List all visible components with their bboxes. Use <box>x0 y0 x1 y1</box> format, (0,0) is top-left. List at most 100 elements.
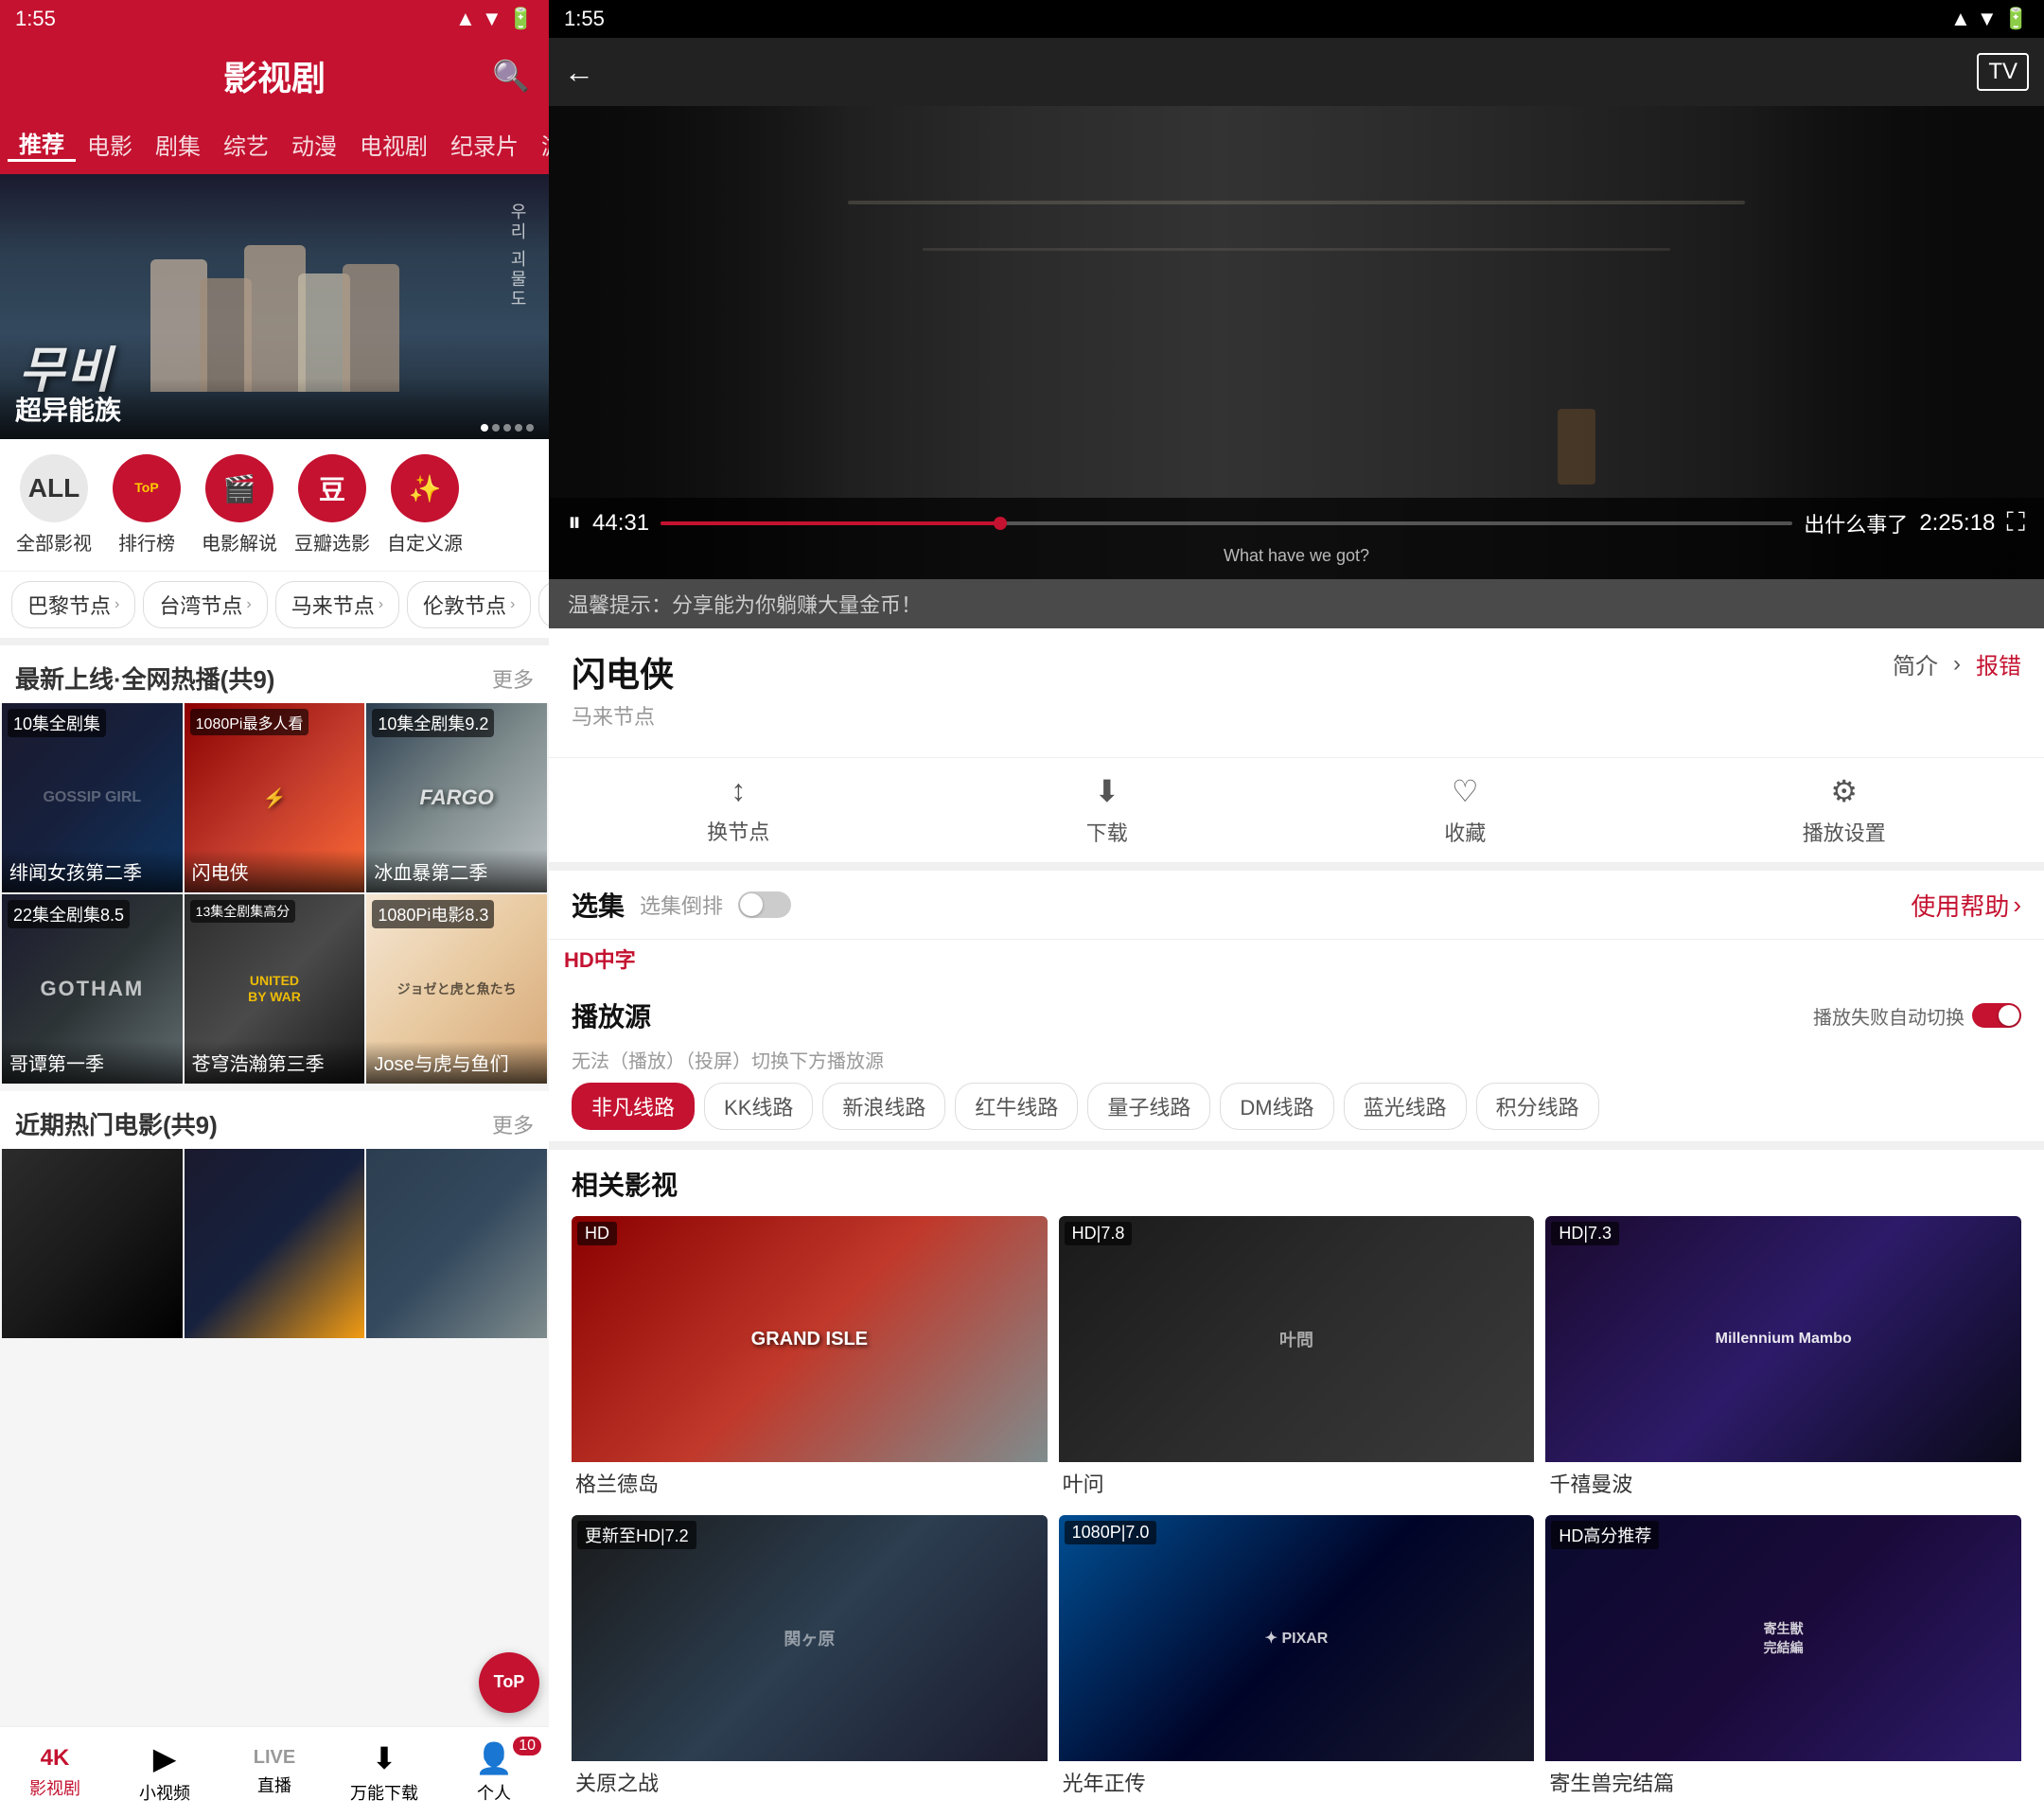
node-london[interactable]: 伦敦节点 › <box>407 581 531 628</box>
seek-bar[interactable] <box>661 521 1792 525</box>
related-info-1: 格兰德岛 <box>572 1462 1048 1504</box>
source-quantum[interactable]: 量子线路 <box>1087 1083 1210 1130</box>
movie-card-jose[interactable]: ジョゼと虎と魚たち 1080Pi电影8.3 Jose与虎与鱼们 <box>366 894 547 1084</box>
movie-title-gotham: 哥谭第一季 <box>9 1049 175 1076</box>
banner-title: 超异能族 <box>15 390 534 428</box>
nav-item-variety[interactable]: 综艺 <box>212 128 280 161</box>
hot-card-2[interactable] <box>185 1149 365 1338</box>
bottom-nav-download[interactable]: ⬇ 万能下载 <box>329 1740 439 1805</box>
action-settings[interactable]: ⚙ 播放设置 <box>1803 773 1886 847</box>
live-label: 直播 <box>257 1773 291 1797</box>
collect-icon: ♡ <box>1452 773 1479 809</box>
movie-main-title: 闪电侠 <box>572 647 674 697</box>
pause-button[interactable]: ⏸ <box>568 507 581 538</box>
action-collect[interactable]: ♡ 收藏 <box>1444 773 1486 847</box>
nav-item-series[interactable]: 剧集 <box>144 128 212 161</box>
source-sina[interactable]: 新浪线路 <box>822 1083 945 1130</box>
related-grid: GRAND ISLE HD 格兰德岛 叶問 HD|7.8 叶问 <box>572 1216 2021 1803</box>
right-status-bar: 1:55 ▲ ▼ 🔋 <box>549 0 2044 38</box>
tv-button[interactable]: TV <box>1977 53 2029 91</box>
bottom-nav-profile[interactable]: 👤 个人 10 <box>439 1740 549 1805</box>
category-custom[interactable]: ✨ 自定义源 <box>382 454 467 556</box>
related-card-6[interactable]: 寄生獣完結編 HD高分推荐 寄生兽完结篇 <box>1545 1515 2021 1803</box>
auto-switch-toggle[interactable] <box>1972 1003 2021 1028</box>
hot-card-3[interactable] <box>366 1149 547 1338</box>
nav-item-movie[interactable]: 电影 <box>76 128 144 161</box>
hot-card-1[interactable] <box>2 1149 183 1338</box>
fullscreen-button[interactable]: ⛶ <box>2006 507 2025 538</box>
source-kk[interactable]: KK线路 <box>704 1083 813 1130</box>
bottom-nav-short[interactable]: ▶ 小视频 <box>110 1740 220 1805</box>
video-player: ⏸ 44:31 出什么事了 2:25:18 ⛶ What have we got… <box>549 106 2044 579</box>
related-poster-3: Millennium Mambo <box>1545 1216 2021 1462</box>
fab-top-button[interactable]: ToP <box>479 1652 539 1713</box>
all-icon: ALL <box>20 454 88 522</box>
help-button[interactable]: 使用帮助 › <box>1911 888 2021 923</box>
nav-item-recommend[interactable]: 推荐 <box>8 126 76 162</box>
related-card-4[interactable]: 関ヶ原 更新至HD|7.2 关原之战 <box>572 1515 1048 1803</box>
node-paris[interactable]: 巴黎节点 › <box>11 581 135 628</box>
action-download[interactable]: ⬇ 下载 <box>1086 773 1128 847</box>
back-button[interactable]: ← <box>564 55 594 90</box>
error-button[interactable]: 报错 <box>1976 647 2021 680</box>
nav-item-tv[interactable]: 电视剧 <box>348 128 439 161</box>
episode-toggle[interactable] <box>738 891 791 918</box>
movie-info-gotham: 哥谭第一季 <box>2 1041 183 1084</box>
live-icon: LIVE <box>254 1747 295 1769</box>
section-latest-more[interactable]: 更多 <box>492 663 534 694</box>
category-custom-label: 自定义源 <box>387 528 463 556</box>
action-switch-node[interactable]: ↕ 换节点 <box>707 773 769 847</box>
related-title-5: 光年正传 <box>1063 1767 1531 1797</box>
search-icon[interactable]: 🔍 <box>492 58 530 94</box>
related-card-3[interactable]: Millennium Mambo HD|7.3 千禧曼波 <box>1545 1216 2021 1504</box>
related-card-1[interactable]: GRAND ISLE HD 格兰德岛 <box>572 1216 1048 1504</box>
category-top[interactable]: ToP 排行榜 <box>104 454 189 556</box>
related-title-4: 关原之战 <box>575 1767 1044 1797</box>
download-icon: ⬇ <box>372 1740 397 1776</box>
category-douban[interactable]: 豆 豆瓣选影 <box>290 454 375 556</box>
node-osaka[interactable]: 大阪节点 › <box>538 581 549 628</box>
movie-card-fargo[interactable]: FARGO 10集全剧集9.2 冰血暴第二季 <box>366 703 547 892</box>
bottom-nav-media[interactable]: 4K 影视剧 <box>0 1745 110 1800</box>
category-film[interactable]: 🎬 电影解说 <box>197 454 282 556</box>
related-title-6: 寄生兽完结篇 <box>1549 1767 2018 1797</box>
movie-card-war[interactable]: UNITEDBY WAR 13集全剧集高分 苍穹浩瀚第三季 <box>185 894 365 1084</box>
movie-title-flash: 闪电侠 <box>192 857 358 885</box>
source-blue[interactable]: 蓝光线路 <box>1344 1083 1467 1130</box>
source-dm[interactable]: DM线路 <box>1220 1083 1333 1130</box>
node-malaysia[interactable]: 马来节点 › <box>275 581 399 628</box>
video-controls: ⏸ 44:31 出什么事了 2:25:18 ⛶ What have we got… <box>549 498 2044 579</box>
douban-icon: 豆 <box>298 454 366 522</box>
bottom-nav-live[interactable]: LIVE 直播 <box>220 1747 329 1797</box>
related-card-2[interactable]: 叶問 HD|7.8 叶问 <box>1059 1216 1535 1504</box>
movie-title-fargo: 冰血暴第二季 <box>374 857 539 885</box>
divider-1 <box>549 863 2044 871</box>
related-badge-3: HD|7.3 <box>1551 1222 1619 1245</box>
node-taiwan[interactable]: 台湾节点 › <box>143 581 267 628</box>
left-nav: 推荐 电影 剧集 综艺 动漫 电视剧 纪录片 游戏 资讯 娱乐 <box>0 114 549 174</box>
category-all[interactable]: ALL 全部影视 <box>11 454 97 556</box>
section-hot-more[interactable]: 更多 <box>492 1109 534 1139</box>
movie-card-flash[interactable]: ⚡ 1080Pi最多人看 闪电侠 <box>185 703 365 892</box>
movie-card-gossip[interactable]: GOSSIP GIRL 10集全剧集 绯闻女孩第二季 <box>2 703 183 892</box>
related-title-2: 叶问 <box>1063 1468 1531 1498</box>
section-hot: 近期热门电影(共9) 更多 <box>0 1091 549 1338</box>
related-poster-2: 叶問 <box>1059 1216 1535 1462</box>
current-time: 44:31 <box>592 510 649 537</box>
movie-node: 马来节点 <box>572 705 655 729</box>
auto-switch-thumb <box>1999 1005 2019 1026</box>
source-points[interactable]: 积分线路 <box>1476 1083 1599 1130</box>
source-redbull[interactable]: 红牛线路 <box>955 1083 1078 1130</box>
left-banner[interactable]: 무비 우리 괴물도 超异能族 <box>0 174 549 439</box>
subtitle-en: What have we got? <box>568 546 2025 570</box>
movie-actions-top: 简介 › 报错 <box>1893 647 2021 680</box>
nav-item-game[interactable]: 游戏 <box>530 128 549 161</box>
nav-item-doc[interactable]: 纪录片 <box>439 128 530 161</box>
movie-info-jose: Jose与虎与鱼们 <box>366 1041 547 1084</box>
right-status-icons: ▲ ▼ 🔋 <box>1950 7 2029 31</box>
nav-item-anime[interactable]: 动漫 <box>280 128 348 161</box>
source-feifen[interactable]: 非凡线路 <box>572 1083 695 1130</box>
related-card-5[interactable]: ✦ PIXAR 1080P|7.0 光年正传 <box>1059 1515 1535 1803</box>
movie-card-gotham[interactable]: GOTHAM 22集全剧集8.5 哥谭第一季 <box>2 894 183 1084</box>
intro-button[interactable]: 简介 <box>1893 647 1938 680</box>
